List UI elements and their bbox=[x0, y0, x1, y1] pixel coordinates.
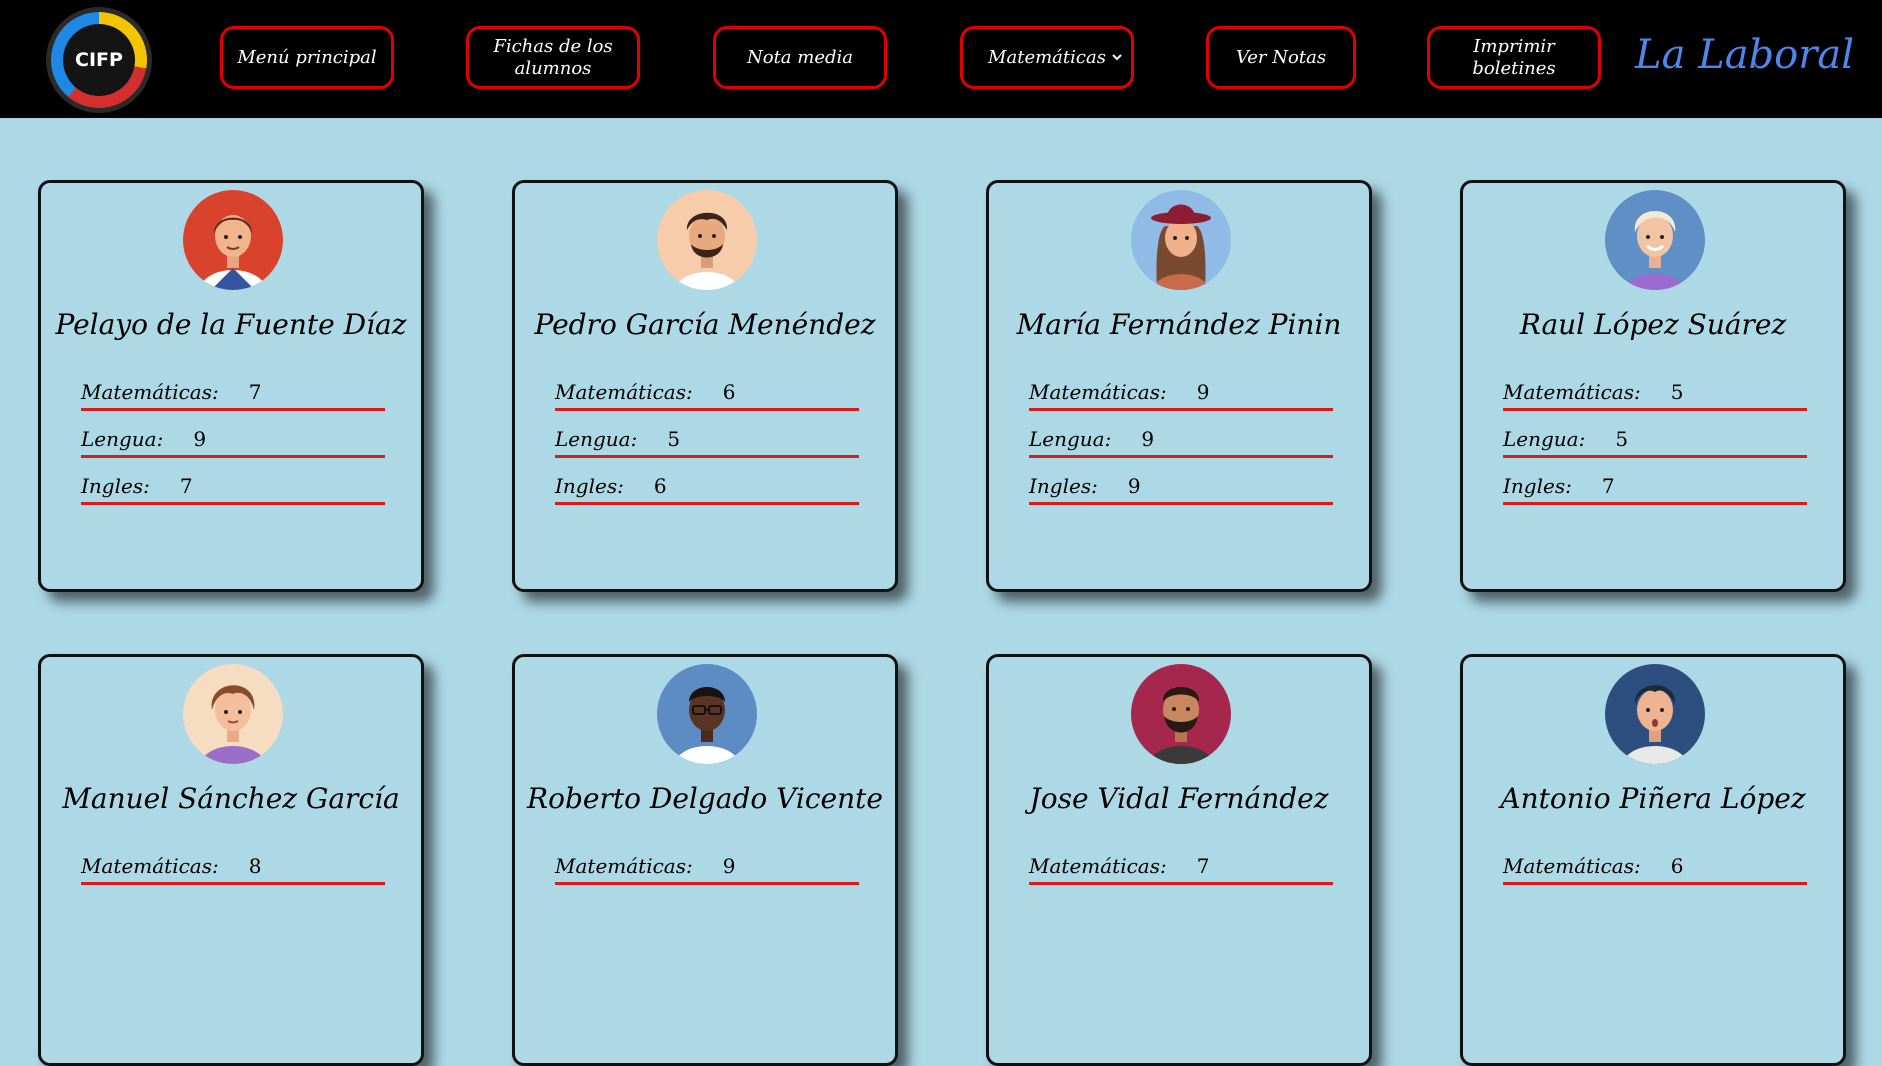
subject-select-value: Matemáticas bbox=[988, 46, 1106, 68]
student-name: Pedro García Menéndez bbox=[534, 308, 876, 341]
grade-value: 9 bbox=[1141, 427, 1155, 451]
subject-label: Ingles: bbox=[81, 474, 150, 498]
student-name: Raul López Suárez bbox=[1519, 308, 1787, 341]
grade-value: 5 bbox=[1615, 427, 1629, 451]
student-name: Antonio Piñera López bbox=[1500, 782, 1806, 815]
subject-label: Ingles: bbox=[555, 474, 624, 498]
grade-value: 6 bbox=[653, 474, 667, 498]
nav-button-main-menu[interactable]: Menú principal bbox=[220, 26, 394, 89]
student-name: Jose Vidal Fernández bbox=[1029, 782, 1329, 815]
student-name: Manuel Sánchez García bbox=[62, 782, 400, 815]
grade-value: 7 bbox=[179, 474, 193, 498]
grade-value: 5 bbox=[1670, 380, 1684, 404]
student-name: Pelayo de la Fuente Díaz bbox=[55, 308, 407, 341]
top-navigation-bar: CIFP Menú principal Fichas de los alumno… bbox=[0, 0, 1882, 118]
nav-button-view-grades[interactable]: Ver Notas bbox=[1206, 26, 1356, 89]
grade-row-english: Ingles: 9 bbox=[1029, 472, 1333, 505]
grade-row-language: Lengua: 9 bbox=[81, 425, 385, 458]
student-card[interactable]: Jose Vidal Fernández Matemáticas: 7 bbox=[986, 654, 1372, 1066]
chevron-down-icon bbox=[1112, 54, 1122, 61]
student-avatar bbox=[1605, 190, 1705, 290]
subject-label: Matemáticas: bbox=[81, 854, 219, 878]
student-avatar bbox=[1131, 664, 1231, 764]
grade-row-english: Ingles: 6 bbox=[555, 472, 859, 505]
grade-value: 9 bbox=[193, 427, 207, 451]
grade-value: 9 bbox=[1127, 474, 1141, 498]
logo-text: CIFP bbox=[63, 24, 135, 96]
grade-value: 6 bbox=[722, 380, 736, 404]
subject-label: Matemáticas: bbox=[81, 380, 219, 404]
student-avatar bbox=[183, 190, 283, 290]
subject-label: Lengua: bbox=[555, 427, 638, 451]
nav-button-print-reports[interactable]: Imprimir boletines bbox=[1427, 26, 1601, 89]
student-card[interactable]: Antonio Piñera López Matemáticas: 6 bbox=[1460, 654, 1846, 1066]
student-card[interactable]: María Fernández Pinin Matemáticas: 9 Leng… bbox=[986, 180, 1372, 592]
subject-label: Matemáticas: bbox=[1029, 854, 1167, 878]
subject-label: Matemáticas: bbox=[1503, 380, 1641, 404]
grade-row-math: Matemáticas: 6 bbox=[555, 378, 859, 411]
subject-label: Lengua: bbox=[81, 427, 164, 451]
grade-row-math: Matemáticas: 9 bbox=[555, 852, 859, 885]
student-avatar bbox=[657, 664, 757, 764]
student-card[interactable]: Manuel Sánchez García Matemáticas: 8 bbox=[38, 654, 424, 1066]
grade-value: 7 bbox=[248, 380, 262, 404]
grade-row-math: Matemáticas: 9 bbox=[1029, 378, 1333, 411]
student-avatar bbox=[657, 190, 757, 290]
subject-label: Matemáticas: bbox=[1029, 380, 1167, 404]
grade-value: 7 bbox=[1196, 854, 1210, 878]
student-avatar bbox=[1131, 190, 1231, 290]
nav-button-student-files[interactable]: Fichas de los alumnos bbox=[466, 26, 640, 89]
grade-row-math: Matemáticas: 6 bbox=[1503, 852, 1807, 885]
subject-label: Ingles: bbox=[1029, 474, 1098, 498]
brand-title: La Laboral bbox=[1635, 32, 1854, 78]
subject-label: Matemáticas: bbox=[1503, 854, 1641, 878]
student-name: María Fernández Pinin bbox=[1016, 308, 1342, 341]
grade-row-math: Matemáticas: 7 bbox=[1029, 852, 1333, 885]
subject-label: Ingles: bbox=[1503, 474, 1572, 498]
student-card[interactable]: Roberto Delgado Vicente Matemáticas: 9 bbox=[512, 654, 898, 1066]
grade-row-language: Lengua: 9 bbox=[1029, 425, 1333, 458]
student-name: Roberto Delgado Vicente bbox=[527, 782, 883, 815]
grade-value: 9 bbox=[1196, 380, 1210, 404]
grade-row-math: Matemáticas: 7 bbox=[81, 378, 385, 411]
subject-select[interactable]: Matemáticas bbox=[960, 26, 1134, 89]
nav-button-average-grade[interactable]: Nota media bbox=[713, 26, 887, 89]
grade-row-math: Matemáticas: 5 bbox=[1503, 378, 1807, 411]
grade-row-english: Ingles: 7 bbox=[81, 472, 385, 505]
grade-row-language: Lengua: 5 bbox=[1503, 425, 1807, 458]
grade-value: 7 bbox=[1601, 474, 1615, 498]
student-card[interactable]: Pelayo de la Fuente Díaz Matemáticas: 7 L… bbox=[38, 180, 424, 592]
subject-label: Matemáticas: bbox=[555, 854, 693, 878]
subject-label: Lengua: bbox=[1503, 427, 1586, 451]
student-avatar bbox=[183, 664, 283, 764]
grade-row-math: Matemáticas: 8 bbox=[81, 852, 385, 885]
grade-row-language: Lengua: 5 bbox=[555, 425, 859, 458]
subject-label: Lengua: bbox=[1029, 427, 1112, 451]
grade-row-english: Ingles: 7 bbox=[1503, 472, 1807, 505]
grade-value: 5 bbox=[667, 427, 681, 451]
grade-value: 8 bbox=[248, 854, 262, 878]
grade-value: 9 bbox=[722, 854, 736, 878]
grade-value: 6 bbox=[1670, 854, 1684, 878]
student-avatar bbox=[1605, 664, 1705, 764]
cifp-logo[interactable]: CIFP bbox=[46, 7, 152, 113]
student-card[interactable]: Pedro García Menéndez Matemáticas: 6 Leng… bbox=[512, 180, 898, 592]
subject-label: Matemáticas: bbox=[555, 380, 693, 404]
student-card[interactable]: Raul López Suárez Matemáticas: 5 Lengua: 5… bbox=[1460, 180, 1846, 592]
